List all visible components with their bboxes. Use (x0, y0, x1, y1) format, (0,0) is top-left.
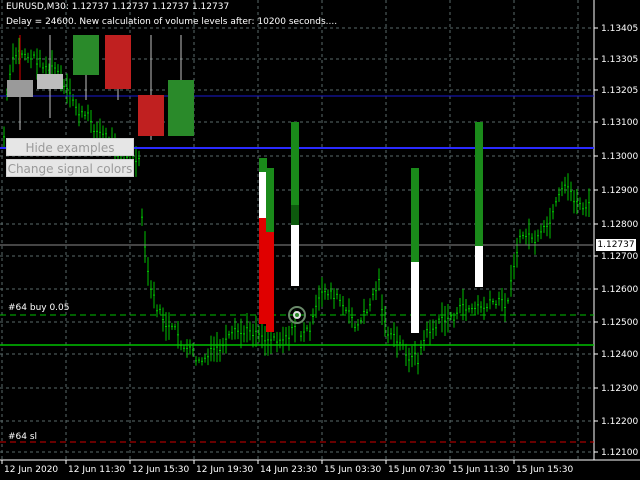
signal-segment (259, 218, 267, 324)
signal-segment (475, 122, 483, 168)
signal-segment (266, 168, 274, 178)
time-label: 12 Jun 19:30 (196, 465, 253, 475)
signal-segment (266, 178, 274, 232)
signal-segment (411, 220, 419, 262)
price-label: 1.12100 (601, 448, 638, 458)
signal-segment (411, 262, 419, 333)
time-label: 15 Jun 03:30 (324, 465, 381, 475)
example-candle-body (7, 80, 33, 97)
signal-segment (266, 322, 274, 332)
price-label: 1.12300 (601, 384, 638, 394)
chart-title: EURUSD,M30: 1.12737 1.12737 1.12737 1.12… (6, 2, 230, 12)
buy-order-label: #64 buy 0.05 (8, 303, 70, 313)
signal-segment (291, 150, 299, 205)
change-signal-colors-button[interactable]: Change signal colors (6, 159, 134, 177)
time-label: 15 Jun 15:30 (516, 465, 573, 475)
stop-loss-label: #64 sl (8, 432, 38, 442)
signal-segment (475, 246, 483, 287)
example-candle-body (73, 35, 99, 75)
example-candle-body (37, 74, 63, 89)
current-price-tag: 1.12737 (596, 239, 636, 251)
price-label: 1.12900 (601, 186, 638, 196)
price-label: 1.12800 (601, 220, 638, 230)
price-label: 1.13100 (601, 118, 638, 128)
time-axis: 12 Jun 2020 12 Jun 11:30 12 Jun 15:30 12 Ju… (1, 460, 573, 475)
example-candle-body (105, 35, 131, 89)
price-label: 1.13000 (601, 152, 638, 162)
price-label: 1.12700 (601, 252, 638, 262)
time-label: 14 Jun 23:30 (260, 465, 317, 475)
signal-segment (291, 225, 299, 286)
example-candle-body (138, 95, 164, 136)
trade-circle-dot (295, 313, 299, 317)
price-chart[interactable]: 1.13405 1.13305 1.13205 1.13100 1.13000 1.129… (0, 0, 640, 480)
price-label: 1.13205 (601, 86, 638, 96)
price-label: 1.13305 (601, 55, 638, 65)
price-label: 1.12500 (601, 318, 638, 328)
time-label: 15 Jun 11:30 (452, 465, 509, 475)
signal-segment (266, 232, 274, 322)
time-label: 12 Jun 15:30 (132, 465, 189, 475)
signal-segment (291, 122, 299, 150)
time-label: 12 Jun 11:30 (68, 465, 125, 475)
signal-segment (259, 158, 267, 172)
delay-info: Delay = 24600. New calculation of volume… (6, 17, 338, 27)
signal-segment (291, 205, 299, 225)
time-label: 12 Jun 2020 (4, 465, 58, 475)
price-label: 1.12600 (601, 285, 638, 295)
signal-segment (475, 168, 483, 246)
price-label: 1.12200 (601, 417, 638, 427)
price-label: 1.12400 (601, 350, 638, 360)
time-label: 15 Jun 07:30 (388, 465, 445, 475)
price-label: 1.13405 (601, 24, 638, 34)
signal-segment (411, 168, 419, 220)
signal-segment (259, 172, 267, 218)
hide-examples-button[interactable]: Hide examples (6, 138, 134, 156)
example-candle-body (168, 80, 194, 136)
signal-bars (259, 122, 483, 333)
